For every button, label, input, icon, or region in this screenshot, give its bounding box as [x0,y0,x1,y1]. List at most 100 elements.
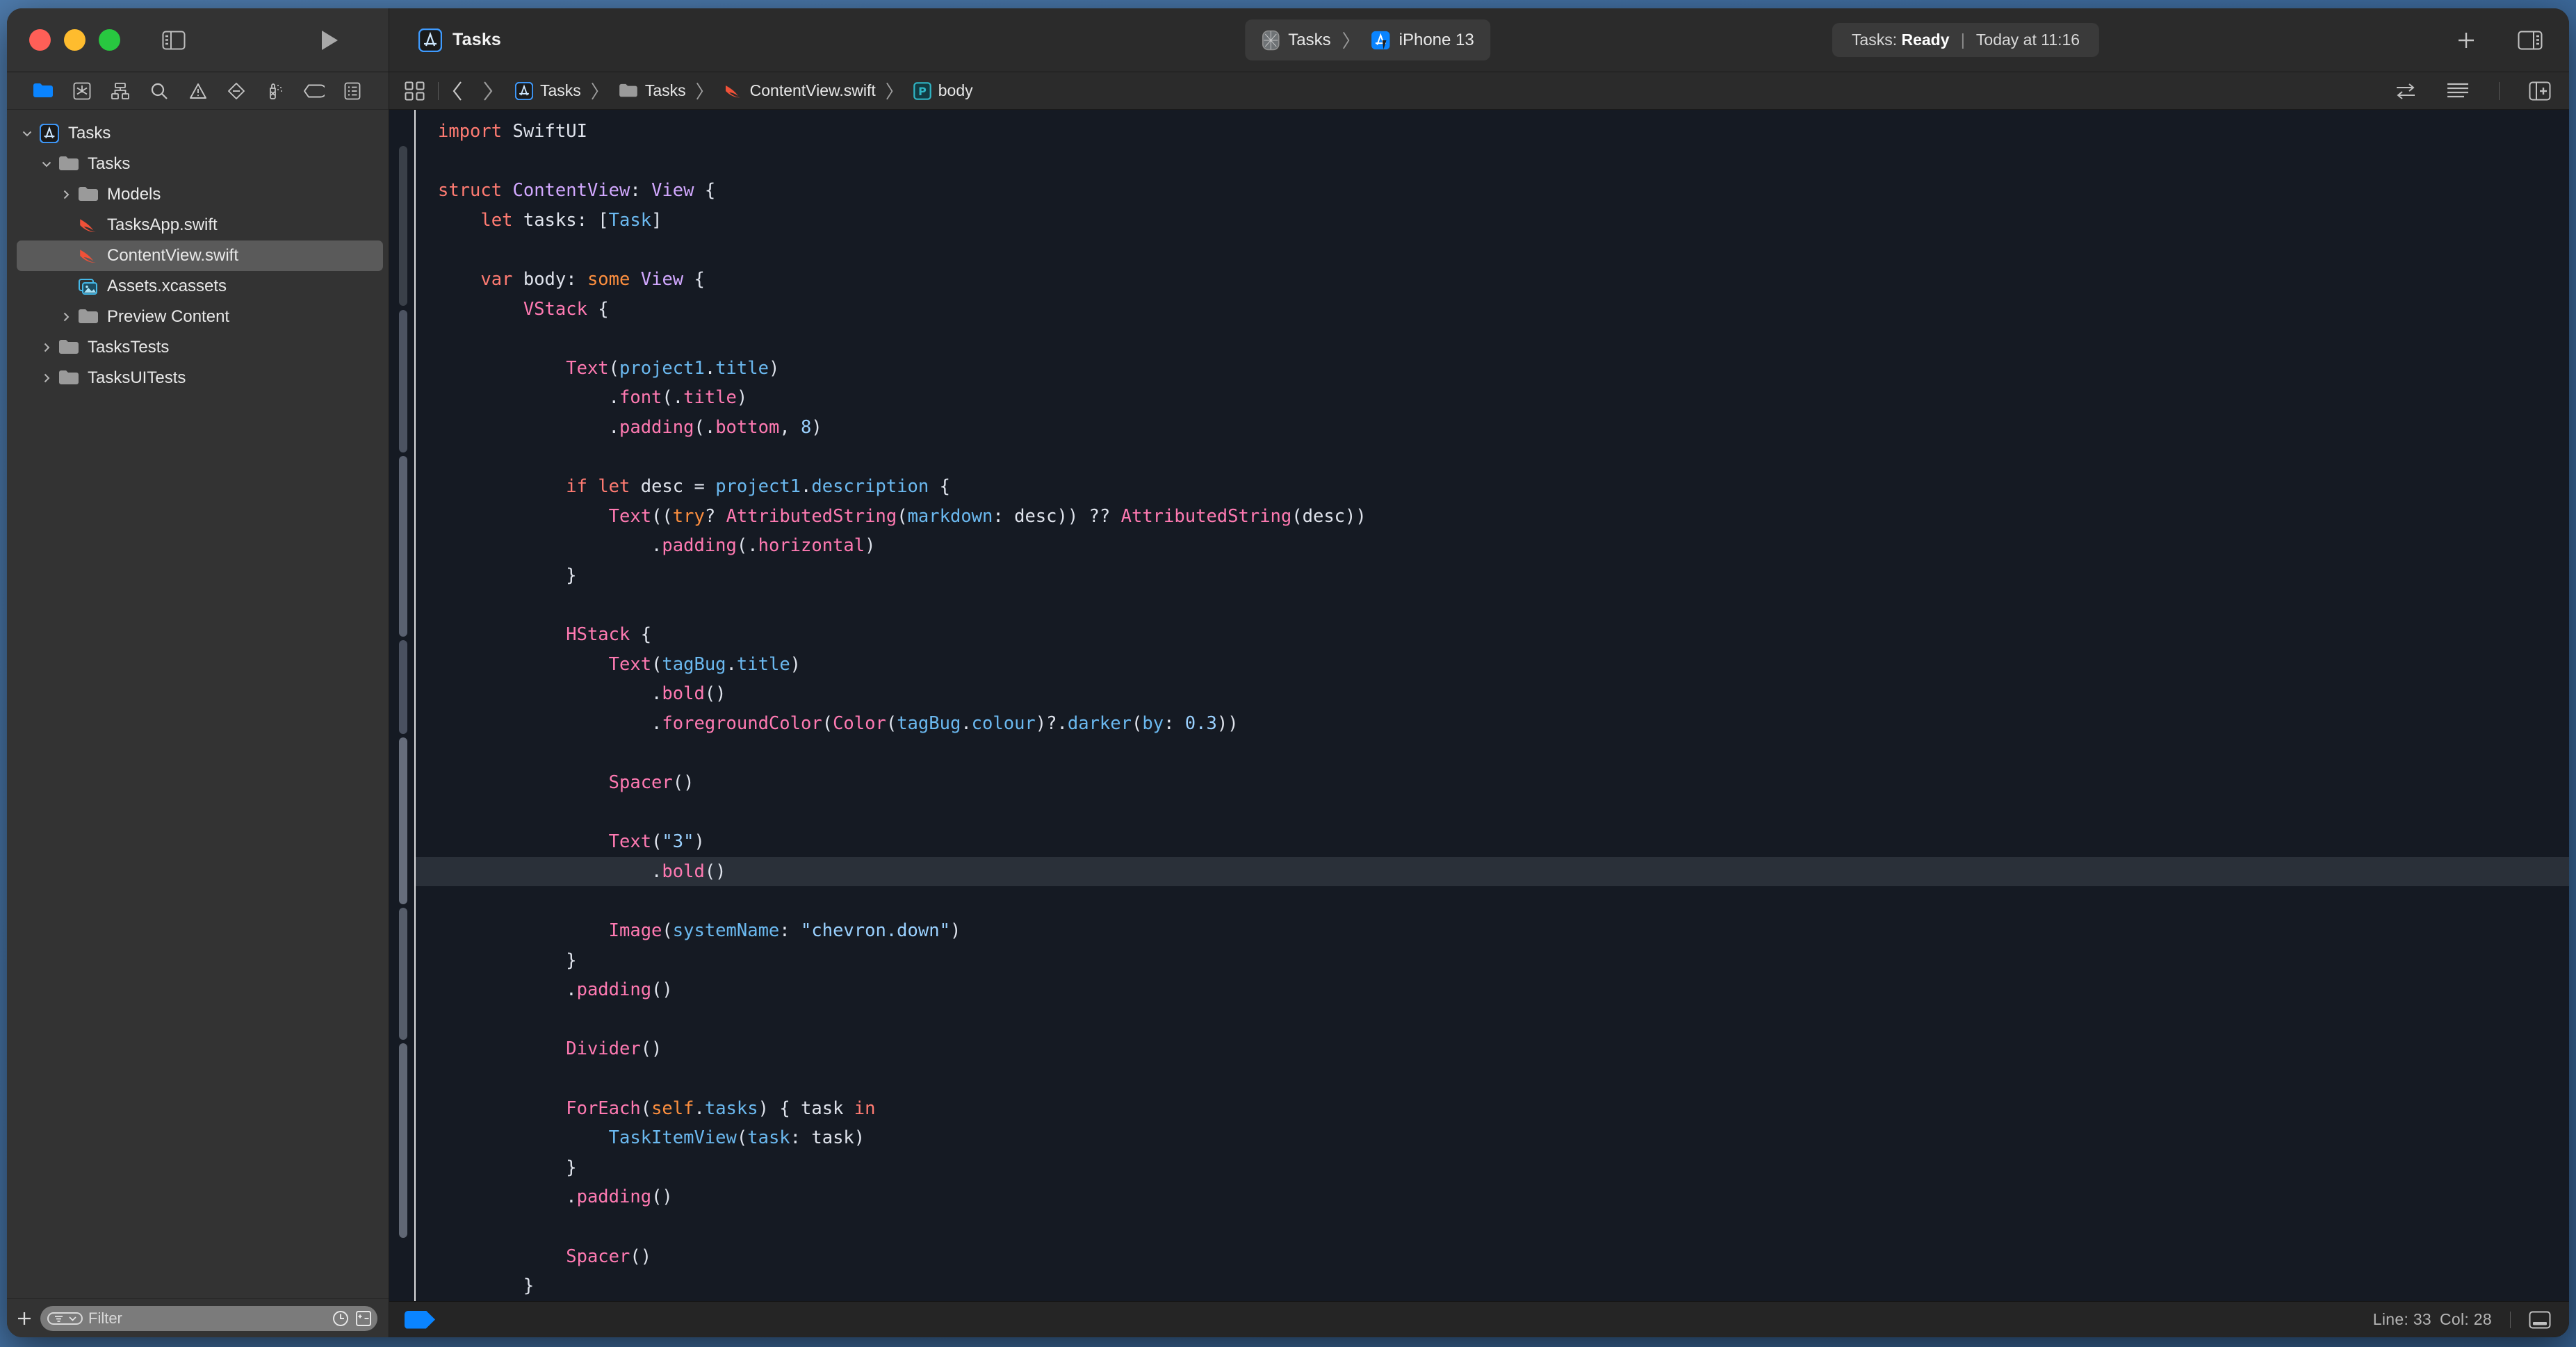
code-line[interactable]: TaskItemView(task: task) [416,1123,2569,1153]
code-line[interactable]: let tasks: [Task] [416,206,2569,236]
code-line[interactable]: HStack { [416,620,2569,650]
blue-tag-icon[interactable] [405,1311,435,1329]
code-line[interactable]: var body: some View { [416,265,2569,295]
project-navigator-tab[interactable] [24,72,63,109]
zoom-button[interactable] [99,29,120,51]
code-line[interactable]: Text(tagBug.title) [416,650,2569,680]
symbol-navigator-tab[interactable] [101,72,140,109]
source-code-text[interactable]: import SwiftUI struct ContentView: View … [416,110,2569,1301]
added-modified-icon[interactable] [355,1310,372,1327]
code-editor-area[interactable]: import SwiftUI struct ContentView: View … [389,110,2569,1301]
code-fold-rail[interactable] [399,456,407,637]
filter-scope-icon[interactable] [47,1312,83,1325]
code-line[interactable]: Spacer() [416,1242,2569,1272]
status-bar-chip[interactable]: Tasks: Ready | Today at 11:16 [1832,23,2099,57]
code-fold-rail[interactable] [399,640,407,734]
code-line[interactable]: struct ContentView: View { [416,176,2569,206]
compare-versions-icon[interactable] [2395,82,2417,100]
chevron-left-icon[interactable] [451,81,464,101]
scheme-destination-chip[interactable]: Tasks 〉 iPhone 13 [1245,19,1490,60]
issue-navigator-tab[interactable] [179,72,218,109]
code-fold-rail[interactable] [399,310,407,452]
breadcrumb-item-project[interactable]: Tasks [515,81,581,100]
code-line[interactable]: Spacer() [416,768,2569,798]
code-line[interactable]: .padding() [416,975,2569,1005]
file-tree-row-tasksapp-swift[interactable]: TasksApp.swift [17,210,383,240]
code-line[interactable]: } [416,1271,2569,1301]
minimap-icon[interactable] [2446,82,2470,100]
code-line[interactable]: .font(.title) [416,383,2569,413]
code-line[interactable]: Text(project1.title) [416,354,2569,384]
disclosure-triangle-closed-icon[interactable] [56,189,76,200]
code-line[interactable]: Divider() [416,1034,2569,1064]
code-line[interactable]: import SwiftUI [416,117,2569,147]
related-items-icon[interactable] [405,81,425,101]
code-line[interactable]: ForEach(self.tasks) { task in [416,1094,2569,1124]
console-toggle-icon[interactable] [2529,1311,2551,1329]
code-line[interactable] [416,147,2569,177]
add-editor-icon[interactable] [2529,81,2551,101]
file-tree-row-tasks[interactable]: Tasks [17,149,383,179]
code-line[interactable] [416,443,2569,473]
file-tree-row-assets-xcassets[interactable]: Assets.xcassets [17,271,383,302]
disclosure-triangle-closed-icon[interactable] [36,373,57,384]
code-line[interactable] [416,738,2569,768]
code-line[interactable]: if let desc = project1.description { [416,472,2569,502]
code-line[interactable] [416,886,2569,916]
add-file-button[interactable] [15,1309,33,1328]
project-file-tree[interactable]: TasksTasksModelsTasksApp.swiftContentVie… [7,110,389,1298]
chevron-right-icon[interactable] [482,81,494,101]
breadcrumb-item-file[interactable]: ContentView.swift [724,81,876,100]
code-line[interactable] [416,235,2569,265]
file-tree-row-preview-content[interactable]: Preview Content [17,302,383,332]
close-button[interactable] [29,29,51,51]
code-line[interactable]: Text((try? AttributedString(markdown: de… [416,502,2569,532]
report-navigator-tab[interactable] [333,72,372,109]
code-line[interactable]: VStack { [416,295,2569,325]
file-tree-row-tasksuitests[interactable]: TasksUITests [17,363,383,393]
inspector-toggle-icon[interactable] [2518,31,2543,50]
code-line[interactable] [416,591,2569,621]
clock-icon[interactable] [332,1309,350,1328]
code-folding-ribbon[interactable] [389,110,414,1301]
code-line[interactable]: .bold() [416,679,2569,709]
code-line[interactable]: .foregroundColor(Color(tagBug.colour)?.d… [416,709,2569,739]
minimize-button[interactable] [64,29,85,51]
code-line[interactable] [416,1212,2569,1242]
code-line[interactable]: .padding() [416,1182,2569,1212]
code-line[interactable] [416,1064,2569,1094]
code-fold-rail[interactable] [399,908,407,1040]
run-button[interactable] [320,30,339,51]
code-line[interactable]: } [416,561,2569,591]
file-tree-row-models[interactable]: Models [17,179,383,210]
code-line[interactable] [416,1005,2569,1035]
find-navigator-tab[interactable] [140,72,179,109]
disclosure-triangle-closed-icon[interactable] [36,342,57,353]
active-project-chip[interactable]: Tasks [418,28,501,52]
test-navigator-tab[interactable] [217,72,256,109]
disclosure-triangle-open-icon[interactable] [36,158,57,170]
filter-input[interactable]: Filter [40,1306,377,1331]
file-tree-row-contentview-swift[interactable]: ContentView.swift [17,240,383,271]
code-fold-rail[interactable] [399,146,407,306]
add-editor-icon[interactable] [2455,29,2477,51]
code-line[interactable]: Text("3") [416,827,2569,857]
debug-navigator-tab[interactable] [256,72,295,109]
code-line-current[interactable]: .bold() [416,857,2569,887]
disclosure-triangle-closed-icon[interactable] [56,311,76,323]
breadcrumb-item-symbol[interactable]: P body [913,81,973,100]
code-line[interactable]: .padding(.horizontal) [416,531,2569,561]
code-line[interactable] [416,324,2569,354]
breadcrumb-item-group[interactable]: Tasks [619,81,686,100]
code-line[interactable]: .padding(.bottom, 8) [416,413,2569,443]
sidebar-toggle-icon[interactable] [162,31,186,50]
file-tree-row-tasks[interactable]: Tasks [17,118,383,149]
code-line[interactable]: } [416,946,2569,976]
code-line[interactable]: Image(systemName: "chevron.down") [416,916,2569,946]
code-fold-rail[interactable] [399,737,407,904]
code-fold-rail[interactable] [399,1043,407,1238]
source-control-navigator-tab[interactable] [63,72,101,109]
code-line[interactable]: } [416,1153,2569,1183]
file-tree-row-taskstests[interactable]: TasksTests [17,332,383,363]
breakpoint-navigator-tab[interactable] [295,72,334,109]
